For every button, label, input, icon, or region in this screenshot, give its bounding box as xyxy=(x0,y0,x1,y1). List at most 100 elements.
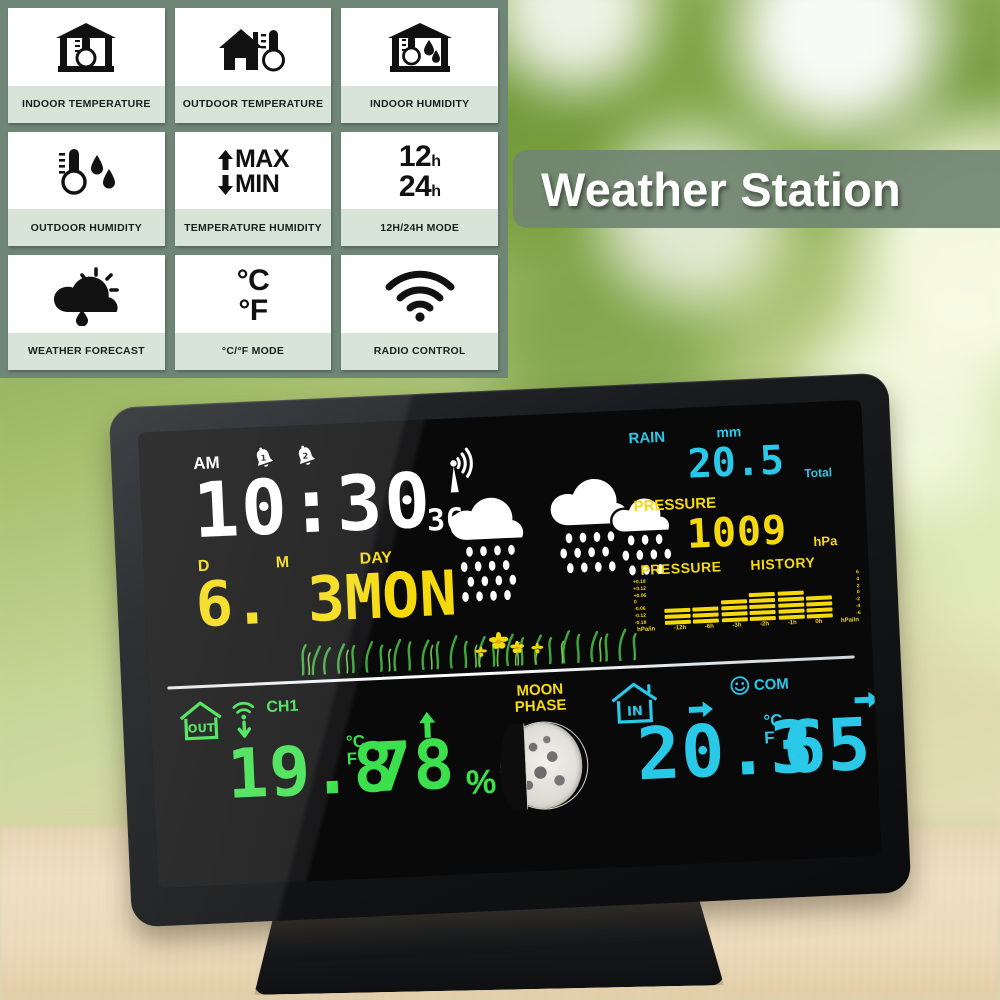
sun-cloud-rain-icon xyxy=(8,255,165,333)
outdoor-channel: CH1 xyxy=(265,697,299,717)
svg-text:OUT: OUT xyxy=(187,720,215,735)
feature-tile-indoor-temperature: INDOOR TEMPERATURE xyxy=(8,8,165,123)
rain-unit: mm xyxy=(715,423,742,441)
feature-label: INDOOR TEMPERATURE xyxy=(8,85,165,123)
arrow-up-icon xyxy=(217,150,233,171)
arrow-down-icon xyxy=(217,174,233,195)
chart-bar-segment xyxy=(778,608,805,614)
waxing-gibbous-moon-icon xyxy=(498,719,591,812)
feature-tile-weather-forecast: WEATHER FORECAST xyxy=(8,255,165,370)
rain-total-label: Total xyxy=(803,465,833,481)
min-glyph: MIN xyxy=(234,169,280,198)
feature-label: 12H/24H MODE xyxy=(341,209,498,247)
svg-text:2: 2 xyxy=(302,452,308,461)
celsius-fahrenheit-icon: °C °F xyxy=(174,255,332,333)
chart-bar-segment xyxy=(720,599,747,605)
chart-bar xyxy=(805,571,833,619)
chart-bar xyxy=(720,575,748,623)
house-out-icon: OUT xyxy=(179,701,222,741)
rain-pressure-panel: RAIN mm 20.5 Total PRESSURE 1009 hPa PRE… xyxy=(624,416,861,633)
clock-time: 10:30 xyxy=(191,455,434,556)
pressure-history-chart: +0.18 +0.12 +0.06 0 -0.06 -0.12 -0.18 6 … xyxy=(633,569,861,638)
chart-y-axis-right: 6 4 2 0 -2 -4 -6 xyxy=(831,569,861,617)
rain-cloud-icon xyxy=(450,497,524,602)
y-tick: +0.06 xyxy=(633,592,647,599)
chart-bar-segment xyxy=(806,607,833,613)
feature-label: RADIO CONTROL xyxy=(341,332,498,370)
indoor-thermometer-icon xyxy=(8,8,165,86)
chart-bar xyxy=(691,577,720,624)
feature-tile-outdoor-temperature: OUTDOOR TEMPERATURE xyxy=(174,8,332,123)
lcd-top-section: AM 1 2 10:30 36 D M DAY 6. 3MON RAIN mm … xyxy=(138,400,873,685)
chart-y-axis-left: +0.18 +0.12 +0.06 0 -0.06 -0.12 -0.18 xyxy=(633,579,663,626)
feature-tile-max-min: MAX MIN TEMPERATURE HUMIDITY xyxy=(174,131,332,247)
x-tick: -3h xyxy=(732,622,742,629)
clock-block: AM 1 2 10:30 36 xyxy=(191,439,491,555)
y-tick: 6 xyxy=(855,569,859,576)
chart-bar-segment xyxy=(748,591,775,598)
fahrenheit-glyph: °F xyxy=(238,293,268,327)
feature-tile-c-f-mode: °C °F °C/°F MODE xyxy=(174,255,332,370)
feature-label: INDOOR HUMIDITY xyxy=(341,85,498,123)
feature-label: °C/°F MODE xyxy=(174,332,332,370)
chart-bar-segment xyxy=(692,606,719,612)
comfort-text: COM xyxy=(753,674,790,694)
y-tick: 0 xyxy=(633,599,637,606)
12h-sub: h xyxy=(431,153,441,171)
pressure-history-label: PRESSURE xyxy=(640,558,722,578)
celsius-glyph: °C xyxy=(236,264,270,298)
y-tick: +0.18 xyxy=(632,578,646,586)
y-tick: -0.18 xyxy=(634,619,647,627)
chart-bar-segment xyxy=(777,596,804,602)
chart-bar-segment xyxy=(777,590,804,596)
chart-bar-segment xyxy=(721,611,748,617)
indoor-sensor-panel: IN COM 20.3 °C F 65 xyxy=(601,666,881,796)
x-unit-label-right: hPa/in xyxy=(840,617,860,624)
house-thermometer-icon xyxy=(174,8,332,86)
feature-tile-outdoor-humidity: OUTDOOR HUMIDITY xyxy=(8,131,165,247)
pressure-history-label-2: HISTORY xyxy=(750,554,816,573)
feature-label: OUTDOOR TEMPERATURE xyxy=(174,85,332,123)
title-banner: Weather Station xyxy=(513,150,1000,228)
y-tick: 4 xyxy=(856,575,860,583)
y-tick: -4 xyxy=(855,603,861,610)
feature-tile-radio-control: RADIO CONTROL xyxy=(341,255,498,370)
yellow-flowers xyxy=(475,631,544,668)
lcd-bottom-section: OUT CH1 19.8 °C F 78 % MOON PHASE IN COM… xyxy=(150,662,882,889)
chart-bar xyxy=(776,573,805,620)
date-value: 6. 3MON xyxy=(193,556,459,642)
y-tick: -6 xyxy=(856,610,861,617)
feature-label: TEMPERATURE HUMIDITY xyxy=(174,209,332,247)
chart-bar-segment xyxy=(664,613,691,619)
chart-bar xyxy=(663,578,691,625)
chart-bar-segment xyxy=(664,607,691,613)
chart-bar-segment xyxy=(749,597,776,604)
thermometer-droplets-icon xyxy=(8,131,165,210)
radio-wave-icon xyxy=(341,255,498,333)
chart-bar-segment xyxy=(805,595,832,601)
chart-bar xyxy=(748,574,777,622)
feature-label: OUTDOOR HUMIDITY xyxy=(8,209,165,247)
outdoor-temp-unit: °C F xyxy=(345,731,366,769)
chart-bar-segment xyxy=(721,605,748,611)
pressure-value: 1009 xyxy=(685,507,789,558)
chart-bar-segment xyxy=(749,609,776,616)
y-tick: 2 xyxy=(856,582,860,589)
moon-phase-label: MOON PHASE xyxy=(480,680,601,717)
chart-bar-segment xyxy=(692,612,720,618)
x-tick: -2h xyxy=(759,621,770,628)
feature-tile-indoor-humidity: INDOOR HUMIDITY xyxy=(341,8,498,123)
moon-shadow xyxy=(498,722,529,811)
y-tick: +0.12 xyxy=(633,585,647,593)
max-min-arrows-icon: MAX MIN xyxy=(174,131,332,210)
outdoor-humidity: 78 xyxy=(369,725,457,809)
chart-bar-segment xyxy=(777,602,804,608)
clock-mode-icon: 12h 24h xyxy=(341,131,498,210)
comfort-indicator: COM xyxy=(729,673,789,696)
chart-bar-segment xyxy=(749,603,776,610)
24h-glyph: 24 xyxy=(398,169,432,203)
outdoor-sensor-panel: OUT CH1 19.8 °C F 78 % xyxy=(172,686,497,815)
x-unit-label: hPa/in xyxy=(637,626,656,634)
lcd-screen: AM 1 2 10:30 36 D M DAY 6. 3MON RAIN mm … xyxy=(137,399,882,889)
device-unit: AM 1 2 10:30 36 D M DAY 6. 3MON RAIN mm … xyxy=(108,372,912,928)
